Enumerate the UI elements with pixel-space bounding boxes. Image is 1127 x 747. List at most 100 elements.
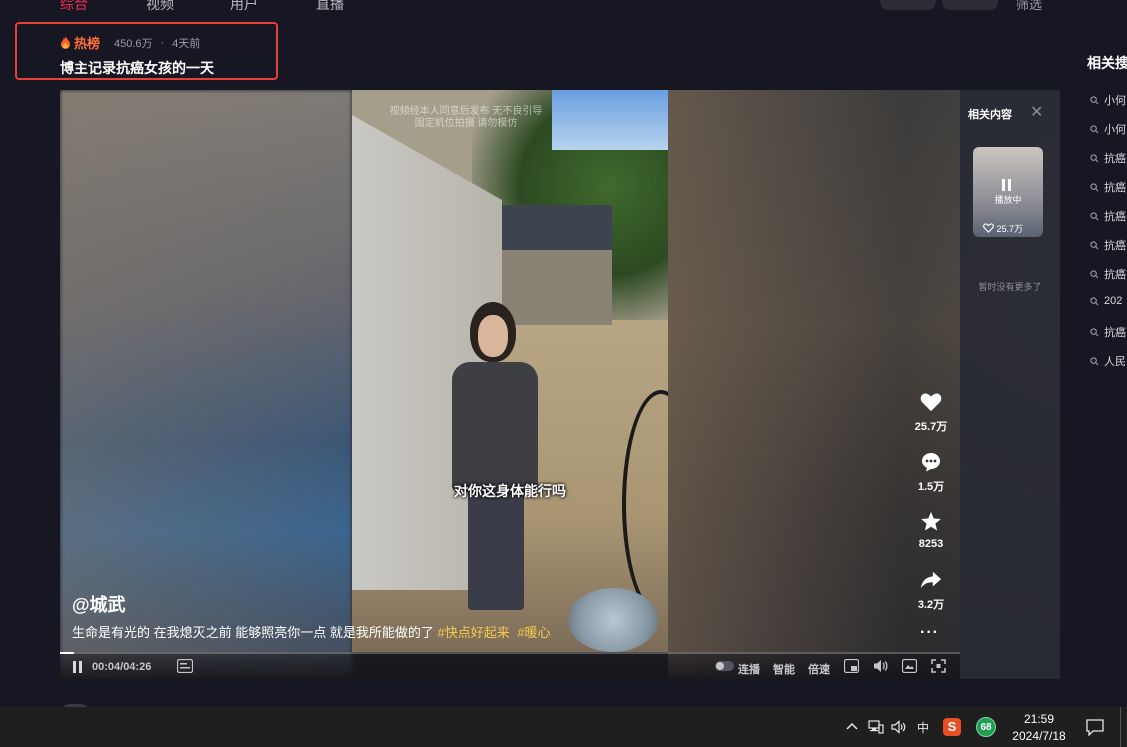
star-icon xyxy=(921,511,941,531)
share-button[interactable]: 3.2万 xyxy=(908,570,954,612)
related-search-item[interactable]: 抗癌 xyxy=(1090,266,1126,282)
comment-count: 1.5万 xyxy=(917,481,945,493)
favorite-button[interactable]: 8253 xyxy=(908,511,954,550)
notification-icon[interactable] xyxy=(1086,719,1104,736)
layout-toggle-pill-2[interactable] xyxy=(942,0,998,10)
related-search-item[interactable]: 人民 xyxy=(1090,353,1126,369)
related-search-text: 小何 xyxy=(1104,95,1126,107)
now-playing-label: 播放中 xyxy=(994,195,1022,205)
related-search-item[interactable]: 小何 xyxy=(1090,92,1126,108)
related-search-item[interactable]: 抗癌 xyxy=(1090,179,1126,195)
search-icon xyxy=(1090,269,1099,278)
like-count: 25.7万 xyxy=(914,421,948,433)
related-search-title: 相关搜索 xyxy=(1087,55,1127,71)
sky xyxy=(552,90,668,150)
volume-icon[interactable] xyxy=(873,659,888,673)
related-search-item[interactable]: 202 xyxy=(1090,295,1122,307)
more-options-button[interactable]: ··· xyxy=(920,624,939,642)
hot-label[interactable]: 热榜 xyxy=(74,33,100,52)
related-search-item[interactable]: 小何 xyxy=(1090,121,1126,137)
show-desktop-button[interactable] xyxy=(1120,707,1127,747)
danmaku-icon[interactable] xyxy=(177,659,193,673)
tab-comprehensive[interactable]: 综合 xyxy=(60,0,88,14)
layout-toggle-pill[interactable] xyxy=(880,0,936,10)
close-icon[interactable]: ✕ xyxy=(1030,102,1043,122)
related-search-text: 抗癌 xyxy=(1104,327,1126,339)
picture-in-picture-icon[interactable] xyxy=(902,659,917,673)
search-icon xyxy=(1090,153,1099,162)
related-content-title: 相关内容 xyxy=(968,109,1012,121)
comment-button[interactable]: 1.5万 xyxy=(908,452,954,494)
watermark-line-2: 固定机位拍摄 请勿模仿 xyxy=(414,118,518,129)
house-roof xyxy=(492,205,612,255)
related-search-text: 人民 xyxy=(1104,356,1126,368)
thumbnail-like-count: 25.7万 xyxy=(996,224,1024,234)
author-name[interactable]: @城武 xyxy=(72,591,126,617)
chevron-up-icon[interactable] xyxy=(846,722,858,730)
girl-face xyxy=(478,315,508,357)
tab-live[interactable]: 直播 xyxy=(316,0,344,14)
system-clock[interactable]: 21:59 2024/7/18 xyxy=(1010,711,1068,745)
clock-time: 21:59 xyxy=(1023,712,1055,726)
girl-body xyxy=(452,362,538,492)
search-icon xyxy=(1090,356,1099,365)
search-icon xyxy=(1090,211,1099,220)
heart-icon xyxy=(920,393,942,412)
progress-bar[interactable] xyxy=(60,652,960,654)
autoplay-label[interactable]: 连播 xyxy=(738,661,760,677)
video-player[interactable]: 视频经本人同意后发布 无不良引导 固定机位拍摄 请勿模仿 对你这身体能行吗 25… xyxy=(60,90,1060,679)
ime-indicator[interactable]: 中 xyxy=(917,719,929,736)
related-search-text: 小何 xyxy=(1104,124,1126,136)
smart-quality-button[interactable]: 智能 xyxy=(773,661,795,677)
description-text: 生命是有光的 在我熄灭之前 能够照亮你一点 就是我所能做的了 xyxy=(72,625,434,640)
autoplay-toggle[interactable] xyxy=(715,661,734,671)
video-frame[interactable]: 视频经本人同意后发布 无不良引导 固定机位拍摄 请勿模仿 对你这身体能行吗 xyxy=(352,90,668,652)
clock-date: 2024/7/18 xyxy=(1012,729,1066,743)
search-icon xyxy=(1090,182,1099,191)
publish-time: 4天前 xyxy=(172,37,201,50)
sogou-icon[interactable]: S xyxy=(943,718,961,736)
related-search-sidebar: 相关搜索 小何小何抗癌抗癌抗癌抗癌抗癌202抗癌人民 xyxy=(1078,50,1127,380)
hashtag-link[interactable]: #暖心 xyxy=(517,625,550,640)
view-count: 450.6万 xyxy=(114,37,153,50)
related-content-panel: 相关内容 ✕ 播放中 25.7万 暂时没有更多了 xyxy=(960,90,1060,679)
related-video-thumbnail[interactable]: 播放中 25.7万 xyxy=(973,147,1043,237)
speaker-icon[interactable] xyxy=(891,720,907,734)
related-search-text: 202 xyxy=(1104,295,1123,307)
top-nav: 综合 视频 用户 直播 筛选 xyxy=(0,0,1127,14)
progress-fill xyxy=(60,652,75,654)
girl-legs xyxy=(468,490,524,610)
share-count: 3.2万 xyxy=(917,599,945,611)
like-button[interactable]: 25.7万 xyxy=(908,392,954,434)
flame-icon xyxy=(60,36,71,49)
video-description: 生命是有光的 在我熄灭之前 能够照亮你一点 就是我所能做的了 #快点好起来 #暖… xyxy=(72,622,551,641)
related-search-text: 抗癌 xyxy=(1104,269,1126,281)
related-search-item[interactable]: 抗癌 xyxy=(1090,237,1126,253)
related-search-item[interactable]: 抗癌 xyxy=(1090,208,1126,224)
search-icon xyxy=(1090,95,1099,104)
watermark-line-1: 视频经本人同意后发布 无不良引导 xyxy=(389,106,543,117)
video-title[interactable]: 博主记录抗癌女孩的一天 xyxy=(60,58,214,78)
fullscreen-icon[interactable] xyxy=(931,659,946,673)
mini-player-icon[interactable] xyxy=(844,659,859,673)
network-icon[interactable] xyxy=(868,720,884,734)
no-more-text: 暂时没有更多了 xyxy=(978,282,1042,292)
separator-dot: · xyxy=(160,36,165,49)
related-search-text: 抗癌 xyxy=(1104,153,1126,165)
tab-video[interactable]: 视频 xyxy=(146,0,174,14)
pause-icon[interactable] xyxy=(73,661,83,673)
filter-button[interactable]: 筛选 xyxy=(1016,0,1042,13)
related-search-item[interactable]: 抗癌 xyxy=(1090,324,1126,340)
thumbnail-likes: 25.7万 xyxy=(983,222,1023,235)
search-icon xyxy=(1090,296,1099,305)
basin xyxy=(568,588,658,652)
related-search-item[interactable]: 抗癌 xyxy=(1090,150,1126,166)
status-badge[interactable]: 68 xyxy=(976,717,996,737)
taskbar: 中 S 68 21:59 2024/7/18 xyxy=(0,707,1127,747)
hashtag-link[interactable]: #快点好起来 xyxy=(437,625,509,640)
speed-button[interactable]: 倍速 xyxy=(808,661,830,677)
tab-users[interactable]: 用户 xyxy=(230,0,258,14)
favorite-count: 8253 xyxy=(918,538,944,550)
related-search-text: 抗癌 xyxy=(1104,182,1126,194)
comment-icon xyxy=(922,453,940,472)
